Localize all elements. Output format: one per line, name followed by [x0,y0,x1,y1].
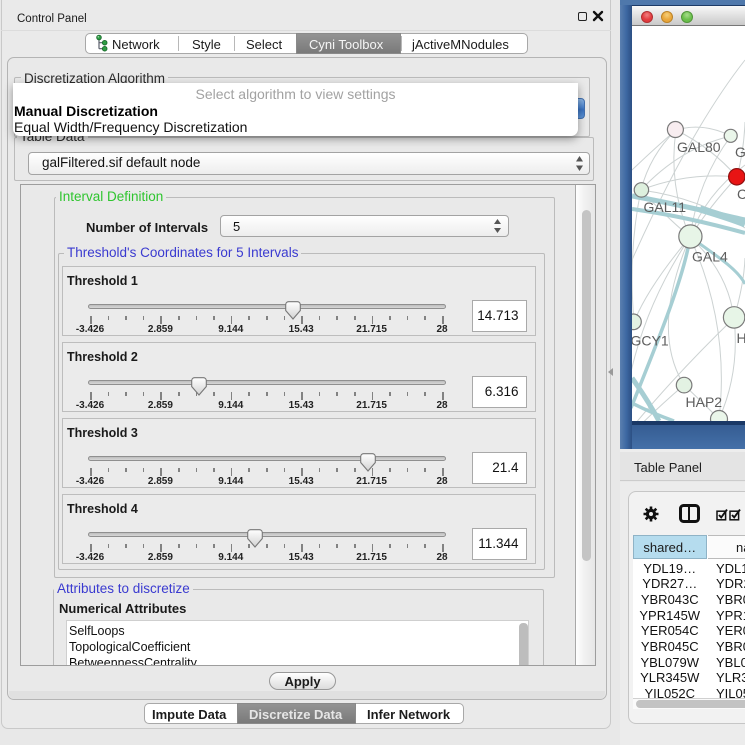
svg-text:HAP2: HAP2 [686,394,723,410]
svg-text:GAL4: GAL4 [692,249,728,265]
svg-text:H: H [737,330,745,346]
svg-text:GA: GA [735,144,745,160]
svg-text:GAL11: GAL11 [644,199,687,215]
svg-text:GCY1: GCY1 [632,333,669,349]
svg-text:GAL80: GAL80 [677,139,721,155]
svg-text:C: C [737,186,745,202]
